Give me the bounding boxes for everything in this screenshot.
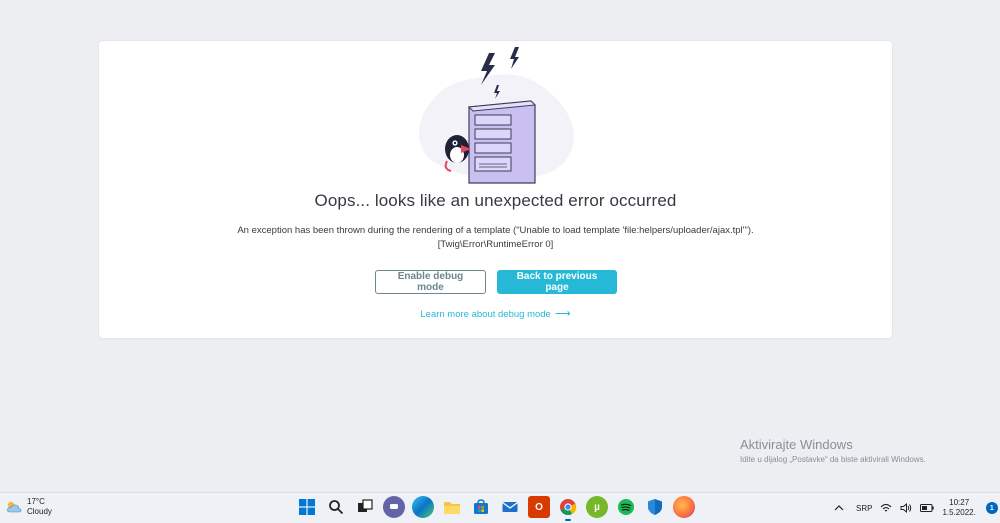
arrow-right-icon: ⟶ (554, 308, 571, 320)
cloud-sun-icon (7, 501, 22, 513)
error-message: An exception has been thrown during the … (99, 224, 892, 252)
taskbar: 17°C Cloudy O µ SRP 10:27 1.5.2022. 1 (0, 492, 1000, 523)
weather-condition: Cloudy (27, 507, 52, 516)
clock-time: 10:27 (949, 498, 970, 507)
language-indicator[interactable]: SRP (856, 504, 872, 513)
windows-activation-watermark: Aktivirajte Windows Idite u dijalog „Pos… (740, 437, 926, 464)
error-title: Oops... looks like an unexpected error o… (314, 191, 677, 210)
defender-icon[interactable] (644, 496, 666, 518)
back-to-previous-page-button[interactable]: Back to previous page (497, 270, 617, 294)
utorrent-icon[interactable]: µ (586, 496, 608, 518)
learn-more-label: Learn more about debug mode (420, 309, 551, 320)
system-tray: SRP 10:27 1.5.2022. 1 (834, 493, 998, 523)
clock-date: 1.5.2022. (942, 508, 976, 517)
battery-icon[interactable] (920, 504, 935, 512)
clock[interactable]: 10:27 1.5.2022. (942, 498, 975, 518)
watermark-subtitle: Idite u dijalog „Postavke“ da biste akti… (740, 455, 926, 464)
error-code: [Twig\Error\RuntimeError 0] (437, 239, 554, 250)
wifi-icon[interactable] (880, 503, 892, 513)
office-icon[interactable]: O (528, 496, 550, 518)
mail-icon[interactable] (499, 496, 521, 518)
weather-widget[interactable]: 17°C Cloudy (6, 497, 52, 517)
volume-icon[interactable] (900, 503, 912, 513)
task-view-icon[interactable] (354, 496, 376, 518)
chrome-icon[interactable] (557, 496, 579, 521)
server-icon (467, 100, 537, 184)
search-icon[interactable] (325, 496, 347, 518)
weather-temperature: 17°C (27, 497, 45, 506)
error-message-line: An exception has been thrown during the … (237, 225, 754, 236)
windows-start-icon[interactable] (296, 496, 318, 518)
server-error-illustration (418, 47, 574, 184)
spotify-icon[interactable] (615, 496, 637, 518)
enable-debug-mode-button[interactable]: Enable debug mode (375, 270, 486, 294)
notification-badge[interactable]: 1 (985, 502, 998, 514)
show-hidden-icons-chevron-icon[interactable] (834, 504, 844, 512)
error-card: Oops... looks like an unexpected error o… (99, 41, 892, 338)
taskbar-apps: O µ (296, 496, 702, 521)
chat-icon[interactable] (383, 496, 405, 518)
store-icon[interactable] (470, 496, 492, 518)
firefox-icon[interactable] (673, 496, 695, 518)
file-explorer-icon[interactable] (441, 496, 463, 518)
edge-icon[interactable] (412, 496, 434, 518)
watermark-title: Aktivirajte Windows (740, 437, 853, 452)
lightning-icon (510, 47, 519, 69)
learn-more-debug-link[interactable]: Learn more about debug mode ⟶ (99, 307, 892, 320)
